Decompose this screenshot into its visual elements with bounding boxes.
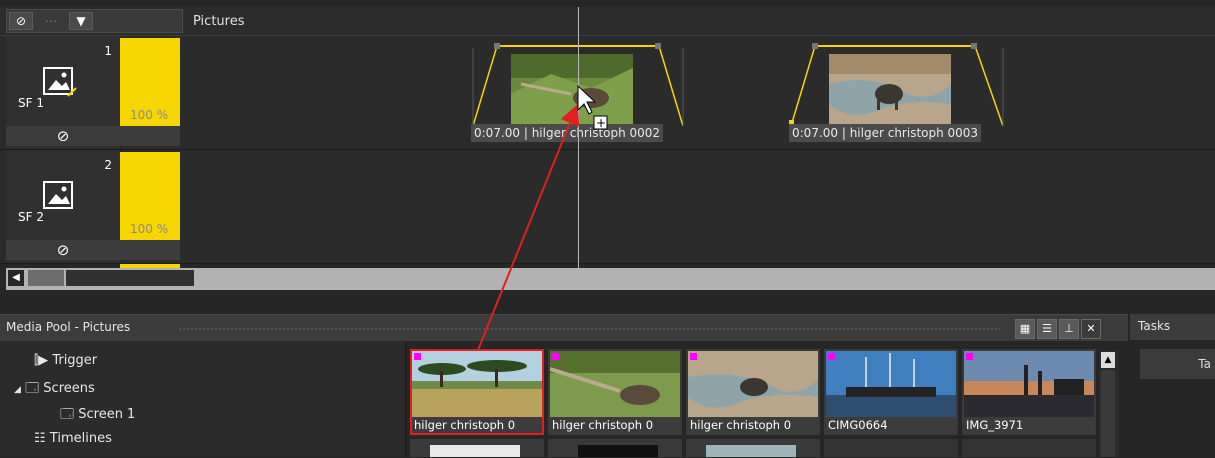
track-number: 1 [104, 44, 112, 58]
empty-thumbnail-slot [824, 439, 958, 457]
tree-item-label: Trigger [52, 353, 98, 368]
thumbnail-image-elephant-grass [550, 351, 680, 417]
clip-label: 0:07.00 | hilger christoph 0002 [471, 124, 664, 142]
scroll-thumb[interactable] [66, 270, 194, 286]
tree-item-label: Screens [43, 381, 95, 396]
media-thumbnail-1[interactable]: hilger christoph 0 [410, 349, 544, 435]
media-thumbnail-6[interactable] [410, 439, 544, 457]
timeline-track-1: 1 SF 1 ⊘ 100 % 0:07.00 | hilger christop… [0, 36, 1215, 150]
thumbnail-image-sunset-industry [964, 351, 1094, 417]
media-pool-header: Media Pool - Pictures ▦ ☰ ⊥ ✕ [0, 314, 1128, 341]
tree-item-screens[interactable]: ◢ 🗔 Screens [14, 379, 95, 401]
clip-label: 0:07.00 | hilger christoph 0003 [789, 124, 982, 142]
tasks-panel: Ta [1130, 341, 1215, 457]
media-thumbnail-2[interactable]: hilger christoph 0 [548, 349, 682, 435]
media-thumbnail-8[interactable] [686, 439, 820, 457]
list-view-icon[interactable]: ☰ [1037, 319, 1057, 339]
media-thumbnail-5[interactable]: IMG_3971 [962, 349, 1096, 435]
thumbnail-view-icon[interactable]: ▦ [1015, 319, 1035, 339]
dropdown-arrow-icon[interactable]: ▼ [69, 12, 93, 30]
tree-item-label: Screen 1 [78, 407, 136, 422]
thumbnail-image-acacia [412, 351, 542, 417]
media-thumbnail-4[interactable]: CIMG0664 [824, 349, 958, 435]
scroll-up-icon[interactable]: ▲ [1101, 352, 1115, 368]
tag-marker [828, 353, 835, 360]
thumbnail-image-elephant-river [688, 351, 818, 417]
track-number: 2 [104, 158, 112, 172]
tree-item-label: Timelines [49, 431, 112, 446]
screen-icon: 🗔 [60, 407, 75, 422]
thumbnail-image [706, 445, 796, 457]
timeline-header: ⊘ ⋯ ▼ [0, 7, 1215, 36]
media-thumbnail-7[interactable] [548, 439, 682, 457]
timelines-icon: ☷ [34, 431, 46, 446]
thumbnail-caption: CIMG0664 [826, 417, 956, 433]
tag-marker [690, 353, 697, 360]
screens-icon: 🗔 [25, 381, 40, 396]
thumbnail-image [578, 445, 658, 457]
expand-arrow-icon[interactable]: ◢ [14, 385, 21, 395]
tree-item-trigger[interactable]: ⫿▶ Trigger [34, 353, 97, 368]
scroll-grip[interactable] [28, 270, 64, 286]
track-disable-button[interactable]: ⊘ [6, 126, 120, 146]
media-pool-tree: ⫿▶ Trigger ◢ 🗔 Screens 🗔 Screen 1 ☷ Time… [0, 341, 406, 457]
media-pool-vertical-scrollbar[interactable]: ▲ [1099, 350, 1119, 458]
disable-icon[interactable]: ⊘ [9, 12, 33, 30]
tasks-header: Tasks [1130, 314, 1215, 340]
timeline-track-2: 2 SF 2 ⊘ 100 % [0, 150, 1215, 264]
timeline-horizontal-scrollbar[interactable]: ◀ [6, 268, 1215, 290]
timeline-clip-2[interactable]: 0:07.00 | hilger christoph 0003 [789, 42, 1011, 142]
tag-marker [414, 353, 421, 360]
track-disable-button[interactable]: ⊘ [6, 240, 120, 260]
track-lane[interactable]: 0:07.00 | hilger christoph 0002 0:07.00 … [181, 36, 1215, 148]
thumbnail-caption: hilger christoph 0 [688, 417, 818, 433]
empty-thumbnail-slot [962, 439, 1096, 457]
header-grip [178, 327, 1000, 331]
scroll-left-icon[interactable]: ◀ [8, 270, 24, 286]
scroll-track[interactable] [1101, 370, 1115, 458]
tasks-tab[interactable]: Ta [1140, 349, 1215, 379]
track-lane[interactable] [181, 150, 1215, 262]
thumbnail-caption: hilger christoph 0 [412, 417, 542, 433]
track-opacity-footer [120, 240, 180, 260]
tasks-title: Tasks [1138, 319, 1171, 333]
picture-track-icon [43, 67, 77, 97]
timeline-toolbar: ⊘ ⋯ ▼ [6, 9, 183, 33]
track-sf-label: SF 1 [18, 96, 44, 110]
thumbnail-image [430, 445, 520, 457]
picture-track-icon [43, 181, 73, 209]
grid-icon[interactable]: ⋯ [39, 12, 63, 30]
close-icon[interactable]: ✕ [1081, 319, 1101, 339]
tree-item-timelines[interactable]: ☷ Timelines [34, 431, 112, 446]
media-pool-thumbnails: hilger christoph 0 hilger christoph 0 hi… [406, 341, 1096, 457]
thumbnail-caption: IMG_3971 [964, 417, 1094, 433]
trigger-icon: ⫿▶ [34, 353, 49, 368]
media-thumbnail-3[interactable]: hilger christoph 0 [686, 349, 820, 435]
timeline-title: Pictures [193, 14, 245, 29]
pin-icon[interactable]: ⊥ [1059, 319, 1079, 339]
track-opacity-value: 100 % [130, 108, 169, 122]
tag-marker [966, 353, 973, 360]
playhead[interactable] [578, 7, 579, 270]
track-sf-label: SF 2 [18, 210, 44, 224]
track-opacity-footer [120, 126, 180, 146]
clip-thumbnail-elephant-river [829, 54, 951, 124]
thumbnail-image-sailing-ship [826, 351, 956, 417]
tree-item-screen-1[interactable]: 🗔 Screen 1 [60, 405, 135, 427]
thumbnail-caption: hilger christoph 0 [550, 417, 680, 433]
track-opacity-value: 100 % [130, 222, 169, 236]
media-pool-title: Media Pool - Pictures [6, 320, 131, 334]
tag-marker [552, 353, 559, 360]
clip-thumbnail-elephant-grass [511, 54, 633, 124]
